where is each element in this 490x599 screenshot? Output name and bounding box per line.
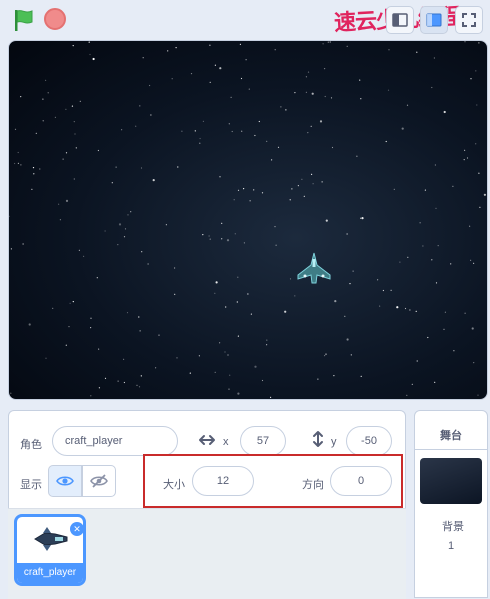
annotation-highlight-box [143, 454, 403, 508]
horizontal-arrows-icon [198, 434, 216, 446]
close-icon[interactable]: ✕ [70, 522, 84, 536]
hide-sprite-button[interactable] [82, 465, 116, 497]
stage-thumbnail[interactable] [420, 458, 482, 504]
spaceship-sprite[interactable] [294, 251, 334, 287]
green-flag-icon[interactable] [12, 8, 36, 32]
sprite-name-label: 角色 [20, 436, 42, 452]
backdrop-count: 1 [448, 540, 454, 552]
x-label: x [223, 436, 229, 448]
stage-title: 舞台 [440, 427, 462, 443]
starfield [9, 41, 488, 400]
y-label: y [331, 436, 337, 448]
eye-slash-icon [90, 474, 108, 488]
fullscreen-icon [462, 13, 476, 27]
stop-icon[interactable] [44, 8, 66, 30]
show-sprite-button[interactable] [48, 465, 82, 497]
show-label: 显示 [20, 476, 42, 492]
vertical-arrows-icon [312, 430, 324, 448]
small-stage-button[interactable] [386, 6, 414, 34]
x-position-input[interactable]: 57 [240, 426, 286, 456]
normal-stage-button[interactable] [420, 6, 448, 34]
fullscreen-button[interactable] [455, 6, 483, 34]
normal-stage-icon [426, 13, 442, 27]
sprite-name-input[interactable]: craft_player [52, 426, 178, 456]
small-stage-icon [392, 13, 408, 27]
stage-canvas[interactable] [8, 40, 488, 400]
sprite-tile-label: craft_player [17, 563, 83, 583]
y-position-input[interactable]: -50 [346, 426, 392, 456]
backdrop-label: 背景 [442, 518, 464, 534]
sprite-thumbnail [33, 525, 69, 553]
eye-icon [56, 475, 74, 487]
